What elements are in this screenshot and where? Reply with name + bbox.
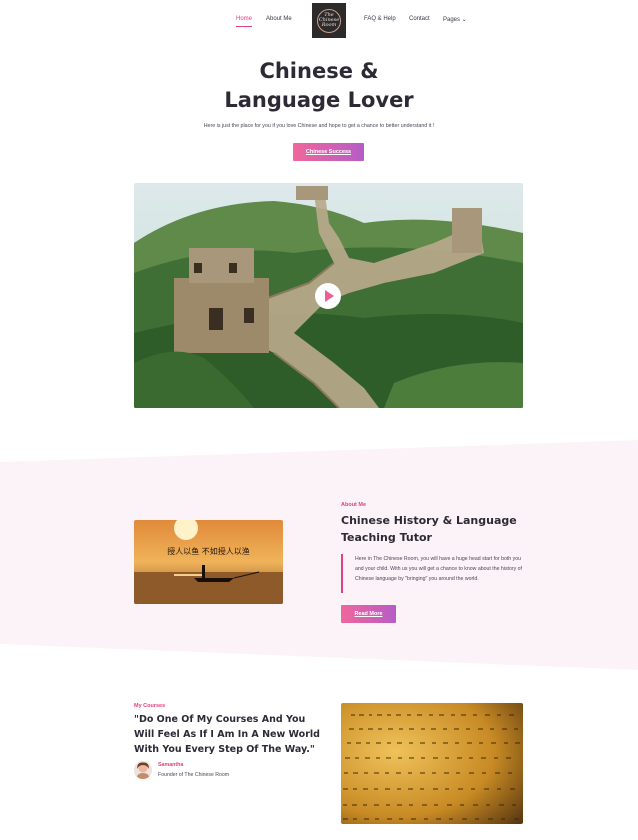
sunset-boat-image: 授人以鱼 不如授人以渔 [134,520,283,604]
author-avatar [134,761,152,779]
read-more-button[interactable]: Read More [341,605,396,623]
about-title: Chinese History & Language Teaching Tuto… [341,514,517,544]
top-navigation: Home About Me The Chinese Room FAQ & Hel… [0,0,638,40]
hero-title: Chinese & Language Lover [0,57,638,115]
author-name: Samantha [158,762,184,768]
testimonial-quote: "Do One Of My Courses And You Will Feel … [134,714,320,755]
about-description: Here in The Chinese Room, you will have … [341,554,526,593]
hero-subtitle: Here is just the place for you if you lo… [203,123,435,129]
logo-ring: The Chinese Room [317,8,341,33]
calligraphy-text: 授人以鱼 不如授人以渔 [167,547,250,556]
logo-text: The Chinese Room [318,12,340,28]
about-section-background [0,440,638,670]
play-video-button[interactable] [315,283,341,309]
chinese-success-button[interactable]: Chinese Success [293,143,364,161]
author-role: Founder of The Chinese Room [158,772,230,778]
nav-contact[interactable]: Contact [409,16,430,22]
site-logo[interactable]: The Chinese Room [312,3,346,38]
nav-home[interactable]: Home [236,16,253,27]
courses-eyebrow: My Courses [134,703,166,709]
nav-pages-dropdown[interactable]: Pages ⌄ [443,16,467,23]
hero-title-line1: Chinese & [259,59,379,83]
chinese-text-book-image [341,703,523,824]
nav-faq-help[interactable]: FAQ & Help [364,16,396,22]
nav-about-me[interactable]: About Me [266,16,292,22]
hero-title-line2: Language Lover [224,88,414,112]
about-eyebrow: About Me [341,502,367,508]
